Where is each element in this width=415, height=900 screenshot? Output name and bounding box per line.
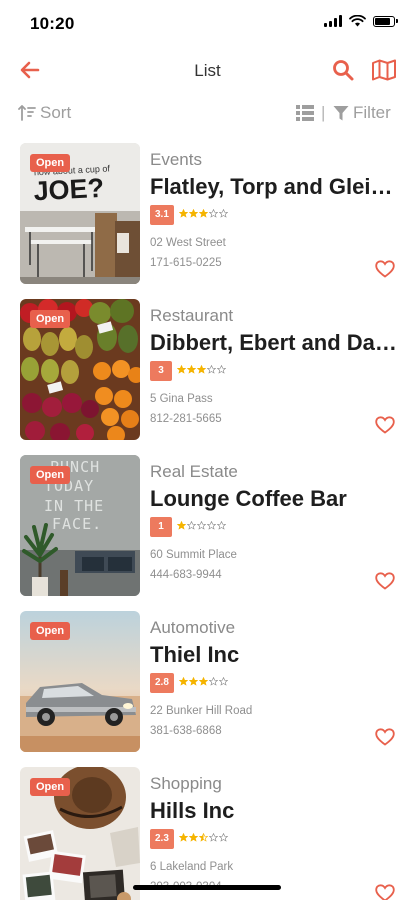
- item-phone: 171-615-0225: [150, 257, 222, 269]
- item-phone: 381-638-6868: [150, 725, 222, 737]
- star-icon: [199, 677, 208, 686]
- heart-icon[interactable]: [375, 260, 395, 278]
- star-icon: [219, 677, 228, 686]
- wifi-icon: [349, 15, 366, 27]
- item-name: Lounge Coffee Bar: [150, 486, 347, 511]
- star-icon: [187, 521, 196, 530]
- open-status-badge: Open: [30, 310, 71, 328]
- star-icon: [179, 677, 188, 686]
- open-status-badge: Open: [30, 466, 71, 484]
- rating-badge: 2.8: [150, 673, 174, 693]
- star-icon: [217, 521, 226, 530]
- star-icon: [217, 365, 226, 374]
- star-rating: [179, 677, 228, 689]
- star-icon: [179, 209, 188, 218]
- item-name: Flatley, Torp and Gleichner: [150, 174, 400, 199]
- item-category: Events: [150, 150, 202, 169]
- item-address: 22 Bunker Hill Road: [150, 705, 253, 717]
- star-icon: [187, 365, 196, 374]
- header: List: [0, 50, 415, 90]
- list-item[interactable]: Open Shopping Hills Inc 2.3 6 Lakeland P…: [0, 767, 415, 900]
- rating-badge: 2.3: [150, 829, 174, 849]
- star-icon: [179, 833, 188, 842]
- item-category: Shopping: [150, 774, 222, 793]
- open-status-badge: Open: [30, 778, 71, 796]
- item-image: how about a cup of JOE? Open: [20, 143, 140, 284]
- star-icon: [189, 209, 198, 218]
- item-name: Dibbert, Ebert and Daniel: [150, 330, 400, 355]
- wall-line-3: IN THE: [44, 497, 104, 515]
- cellular-signal-icon: [324, 15, 342, 27]
- item-address: 5 Gina Pass: [150, 393, 213, 405]
- star-icon: [199, 209, 208, 218]
- heart-icon[interactable]: [375, 572, 395, 590]
- heart-icon[interactable]: [375, 728, 395, 746]
- star-icon: [197, 521, 206, 530]
- map-icon[interactable]: [371, 58, 397, 82]
- status-time: 10:20: [30, 14, 75, 33]
- star-icon: [207, 365, 216, 374]
- sort-icon: [18, 105, 36, 121]
- item-name: Hills Inc: [150, 798, 235, 823]
- rating-badge: 3: [150, 361, 172, 381]
- list-view-icon[interactable]: [296, 105, 314, 121]
- item-phone: 812-281-5665: [150, 413, 222, 425]
- battery-level: [375, 17, 390, 25]
- sort-label: Sort: [40, 103, 72, 122]
- filter-icon: [333, 105, 349, 120]
- item-category: Real Estate: [150, 462, 238, 481]
- star-icon: [207, 521, 216, 530]
- item-image: Open: [20, 767, 140, 900]
- star-icon: [219, 833, 228, 842]
- toolbar: Sort | Filter: [0, 100, 415, 128]
- item-name: Thiel Inc: [150, 642, 240, 667]
- item-address: 60 Summit Place: [150, 549, 237, 561]
- rating-badge: 3.1: [150, 205, 174, 225]
- star-icon: [197, 365, 206, 374]
- star-rating: [177, 365, 226, 377]
- rating-badge: 1: [150, 517, 172, 537]
- star-rating: [179, 833, 228, 845]
- star-icon: [189, 833, 198, 842]
- item-phone: 444-683-9944: [150, 569, 222, 581]
- home-indicator: [133, 885, 281, 890]
- list-item[interactable]: Open Restaurant Dibbert, Ebert and Danie…: [0, 299, 415, 441]
- item-address: 02 West Street: [150, 237, 226, 249]
- list-item[interactable]: Open Automotive Thiel Inc 2.8 22 Bunker …: [0, 611, 415, 753]
- star-icon: [177, 521, 186, 530]
- star-icon: [219, 209, 228, 218]
- toolbar-divider: |: [321, 103, 326, 122]
- wall-line-4: FACE.: [52, 515, 102, 533]
- item-image: Open: [20, 611, 140, 752]
- list-item[interactable]: how about a cup of JOE? Open Events Flat…: [0, 143, 415, 285]
- search-icon[interactable]: [331, 58, 355, 82]
- filter-label: Filter: [353, 103, 391, 122]
- star-icon: [209, 209, 218, 218]
- battery-icon: [373, 15, 398, 27]
- heart-icon[interactable]: [375, 884, 395, 900]
- status-bar: 10:20: [0, 0, 415, 50]
- item-address: 6 Lakeland Park: [150, 861, 234, 873]
- star-icon: [209, 677, 218, 686]
- item-image: PUNCH TODAY IN THE FACE. Open: [20, 455, 140, 596]
- star-icon: [189, 677, 198, 686]
- star-icon: [209, 833, 218, 842]
- item-image: Open: [20, 299, 140, 440]
- star-icon: [199, 833, 208, 842]
- item-category: Restaurant: [150, 306, 234, 325]
- star-rating: [177, 521, 226, 533]
- sort-button[interactable]: Sort: [18, 103, 71, 123]
- status-icons: [324, 15, 398, 27]
- open-status-badge: Open: [30, 154, 71, 172]
- star-rating: [179, 209, 228, 221]
- item-category: Automotive: [150, 618, 236, 637]
- sign-line-2: JOE?: [33, 173, 105, 207]
- heart-icon[interactable]: [375, 416, 395, 434]
- star-icon: [177, 365, 186, 374]
- open-status-badge: Open: [30, 622, 71, 640]
- filter-button[interactable]: Filter: [333, 103, 391, 123]
- list-item[interactable]: PUNCH TODAY IN THE FACE. Open Real Estat…: [0, 455, 415, 597]
- list-screen: 10:20 List Sort | Filter how about a cup…: [0, 0, 415, 900]
